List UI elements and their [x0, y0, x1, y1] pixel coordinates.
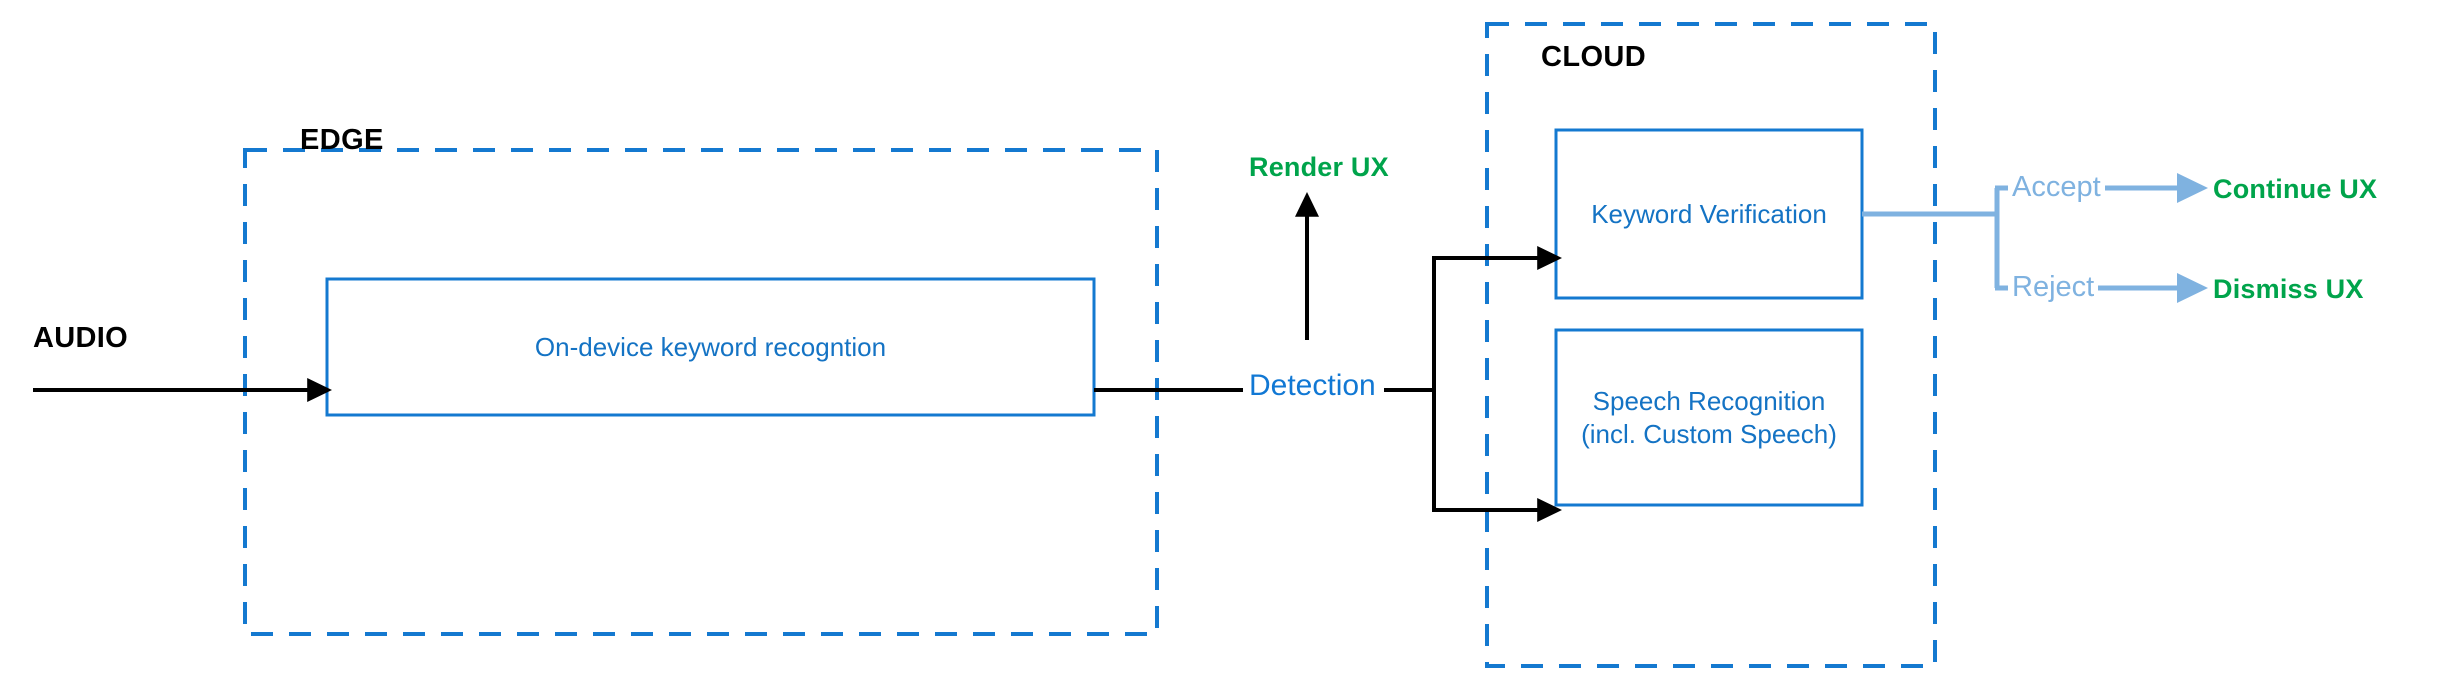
speech-recognition-label-line2: (incl. Custom Speech)	[1581, 418, 1837, 449]
on-device-keyword-recognition-box[interactable]: On-device keyword recogntion	[327, 279, 1094, 415]
keyword-verification-box[interactable]: Keyword Verification	[1556, 130, 1862, 298]
on-device-keyword-recognition-label: On-device keyword recogntion	[534, 331, 887, 362]
speech-recognition-label: Speech Recognition (incl. Custom Speech)	[1556, 385, 1862, 450]
keyword-verification-label: Keyword Verification	[1591, 198, 1827, 229]
continue-ux-label: Continue UX	[2213, 174, 2378, 204]
accept-branch-label: Accept	[2008, 171, 2105, 204]
render-ux-label: Render UX	[1249, 152, 1389, 182]
speech-recognition-label-line1: Speech Recognition	[1592, 386, 1826, 416]
reject-branch-label: Reject	[2008, 271, 2099, 304]
detection-flow-label: Detection	[1243, 369, 1382, 403]
speech-recognition-box[interactable]: Speech Recognition (incl. Custom Speech)	[1556, 330, 1862, 505]
audio-input-label: AUDIO	[33, 322, 128, 354]
dismiss-ux-label: Dismiss UX	[2213, 274, 2364, 304]
edge-zone-title: EDGE	[300, 124, 384, 156]
cloud-zone-title: CLOUD	[1541, 41, 1647, 73]
diagram-canvas: EDGE CLOUD AUDIO On-device keyword recog…	[0, 0, 2442, 698]
